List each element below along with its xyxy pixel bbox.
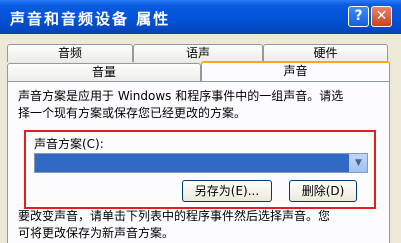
save-as-button[interactable]: 另存为(E)... [182,180,272,202]
instruction-line-1: 要改变声音，请单击下列表中的程序事件然后选择声音。您 [18,209,331,223]
chevron-down-icon[interactable]: ▼ [349,154,367,172]
instruction-line-2: 可将更改保存为新声音方案。 [18,226,175,240]
sound-scheme-dropdown[interactable]: ▼ [34,153,368,173]
tab-hardware[interactable]: 硬件 [263,44,388,62]
tab-volume[interactable]: 音量 [7,63,201,82]
help-button[interactable]: ? [348,6,369,27]
delete-button[interactable]: 删除(D) [289,180,357,202]
close-button[interactable]: ✕ [371,6,392,27]
tab-audio[interactable]: 音频 [7,44,133,62]
tab-sounds[interactable]: 声音 [201,61,390,81]
description-line-2: 择一个现有方案或保存您已经更改的方案。 [18,106,247,120]
description-line-1: 声音方案是应用于 Windows 和程序事件中的一组声音。请选 [18,89,344,103]
tab-voice[interactable]: 语声 [133,44,263,62]
window-title: 声音和音频设备 属性 [10,10,171,28]
title-bar[interactable]: 声音和音频设备 属性 ? ✕ [0,0,401,34]
sound-scheme-label: 声音方案(C): [34,137,104,151]
